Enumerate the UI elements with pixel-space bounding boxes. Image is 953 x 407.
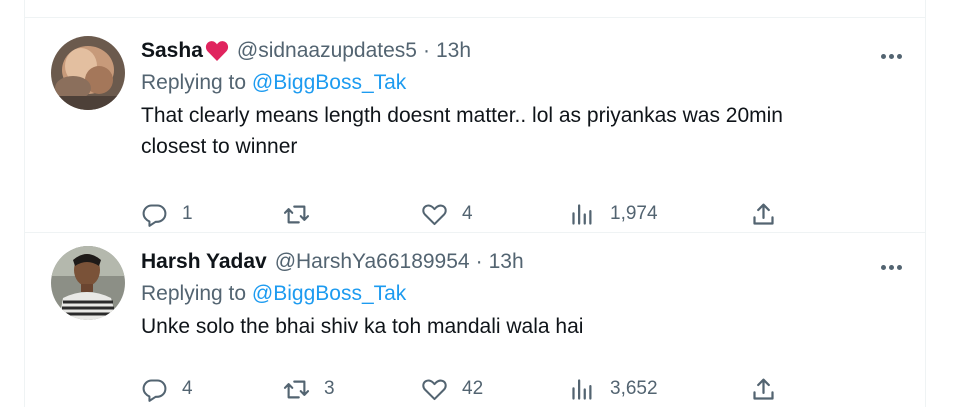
display-name[interactable]: Sasha	[141, 36, 203, 66]
reply-button[interactable]: 4	[141, 376, 193, 403]
action-bar: 4 3 42 3,652	[141, 375, 801, 403]
display-name[interactable]: Harsh Yadav	[141, 247, 267, 277]
reply-count: 4	[182, 378, 193, 399]
views-icon	[572, 378, 592, 400]
retweet-count: 3	[324, 378, 335, 399]
tweet-text-line: closest to winner	[141, 135, 298, 158]
retweet-icon	[283, 205, 310, 223]
tweet-text-line: Unke solo the bhai shiv ka toh mandali w…	[141, 315, 584, 338]
tweet-text: Unke solo the bhai shiv ka toh mandali w…	[141, 311, 905, 342]
tweet-body: Harsh Yadav @HarshYa66189954 · 13h Reply…	[141, 247, 905, 402]
retweet-button[interactable]: 3	[283, 376, 335, 403]
timestamp[interactable]: 13h	[489, 247, 524, 277]
views-button[interactable]: 1,974	[569, 201, 658, 228]
timeline-column: Sasha @sidnaazupdates5 · 13h Replying to…	[24, 0, 926, 407]
tweet-text-line: That clearly means length doesnt matter.…	[141, 104, 783, 127]
like-count: 4	[462, 203, 473, 224]
tweet-header: Sasha @sidnaazupdates5 · 13h	[141, 36, 905, 66]
tweet-text: That clearly means length doesnt matter.…	[141, 100, 905, 162]
comment-icon	[142, 203, 167, 227]
tweet-body: Sasha @sidnaazupdates5 · 13h Replying to…	[141, 36, 905, 227]
like-count: 42	[462, 378, 484, 399]
reply-button[interactable]: 1	[141, 201, 193, 228]
avatar[interactable]	[51, 246, 125, 320]
action-bar: 1 4 1,974	[141, 200, 801, 228]
heart-icon	[422, 204, 447, 225]
replying-to: Replying to @BiggBoss_Tak	[141, 279, 905, 309]
replying-to-handle[interactable]: @BiggBoss_Tak	[252, 282, 406, 305]
more-icon[interactable]	[881, 46, 905, 59]
separator-dot: ·	[475, 250, 483, 273]
tweet[interactable]: Sasha @sidnaazupdates5 · 13h Replying to…	[25, 19, 925, 233]
like-button[interactable]: 42	[421, 376, 483, 403]
views-icon	[572, 203, 592, 225]
retweet-button[interactable]	[283, 201, 324, 228]
heart-icon	[422, 379, 447, 400]
view-count: 1,974	[610, 203, 658, 224]
replying-to-handle[interactable]: @BiggBoss_Tak	[252, 71, 406, 94]
timestamp[interactable]: 13h	[436, 36, 471, 66]
separator-dot: ·	[423, 39, 430, 62]
view-count: 3,652	[610, 378, 658, 399]
reply-count: 1	[182, 203, 193, 224]
more-icon[interactable]	[881, 257, 905, 270]
user-handle[interactable]: @sidnaazupdates5	[237, 36, 417, 66]
replying-to-label: Replying to	[141, 71, 247, 94]
replying-to-label: Replying to	[141, 282, 247, 305]
previous-tweet-edge	[25, 0, 925, 18]
comment-icon	[142, 378, 167, 402]
share-icon	[753, 378, 774, 400]
user-handle[interactable]: @HarshYa66189954	[275, 247, 470, 277]
replying-to: Replying to @BiggBoss_Tak	[141, 68, 905, 98]
views-button[interactable]: 3,652	[569, 376, 658, 403]
heart-emoji-icon	[205, 41, 228, 61]
like-button[interactable]: 4	[421, 201, 473, 228]
share-icon	[753, 203, 774, 225]
retweet-icon	[283, 380, 310, 398]
share-button[interactable]	[750, 201, 777, 228]
avatar[interactable]	[51, 36, 125, 110]
share-button[interactable]	[750, 376, 777, 403]
tweet[interactable]: Harsh Yadav @HarshYa66189954 · 13h Reply…	[25, 234, 925, 407]
tweet-header: Harsh Yadav @HarshYa66189954 · 13h	[141, 247, 905, 277]
